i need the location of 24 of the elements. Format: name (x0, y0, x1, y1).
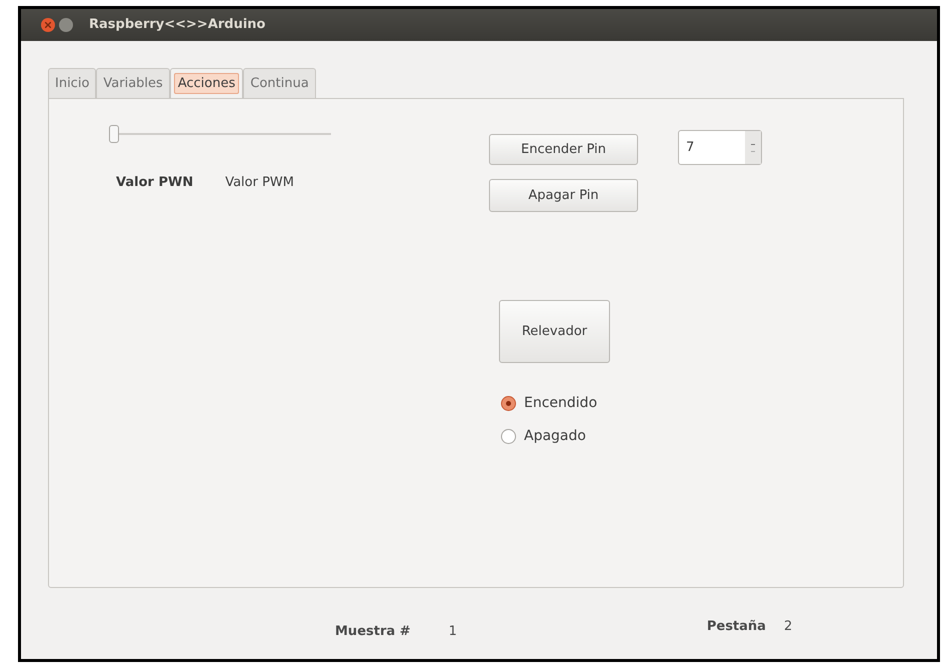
sample-label: Muestra # (335, 623, 411, 641)
window-title: Raspberry<<>>Arduino (89, 16, 266, 34)
slider-thumb[interactable] (109, 125, 119, 143)
relay-button[interactable]: Relevador (499, 300, 610, 363)
radio-button[interactable] (501, 429, 516, 444)
pwm-slider[interactable] (109, 125, 331, 143)
radio-option[interactable]: Apagado (501, 426, 586, 447)
tab[interactable]: Variables (96, 68, 170, 98)
pwm-value: Valor PWM (225, 174, 294, 192)
tab[interactable]: Acciones (170, 68, 244, 98)
close-icon (45, 22, 51, 28)
tab-value: 2 (784, 618, 792, 636)
pwm-label: Valor PWN (116, 174, 194, 192)
turn-on-pin-button[interactable]: Encender Pin (489, 134, 638, 165)
close-button[interactable] (41, 18, 55, 32)
radio-button[interactable] (501, 396, 516, 411)
turn-off-pin-button[interactable]: Apagar Pin (489, 179, 638, 212)
tab-label: Pestaña (706, 618, 766, 636)
tab[interactable]: Continua (243, 68, 316, 98)
tab[interactable]: Inicio (48, 68, 96, 98)
minimize-button[interactable] (59, 18, 73, 32)
sample-value: 1 (448, 623, 457, 641)
radio-option[interactable]: Encendido (501, 393, 598, 414)
pin-spinner[interactable]: 7 (678, 130, 762, 165)
